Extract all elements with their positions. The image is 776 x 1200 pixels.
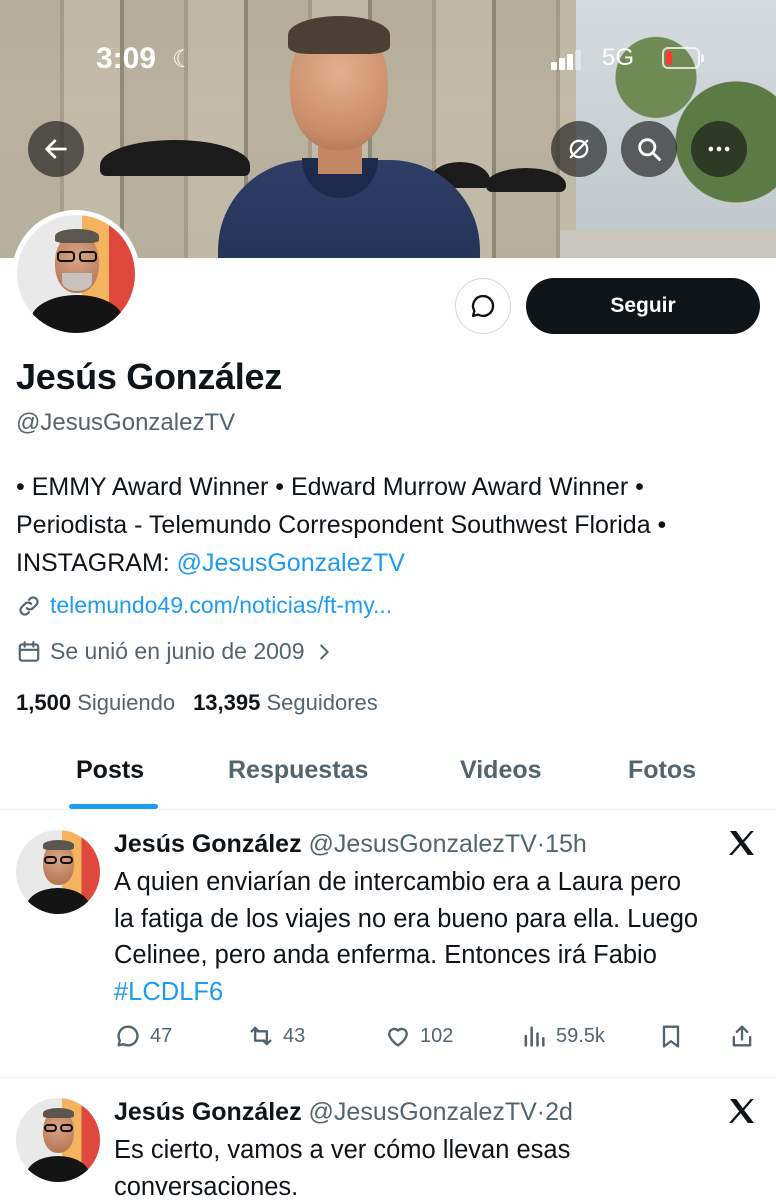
tweet-text-line: A quien enviarían de intercambio era a L… xyxy=(114,868,682,896)
tweet-time: 15h xyxy=(545,830,587,858)
tweet-text-line: Es cierto, vamos a ver cómo llevan esas xyxy=(114,1136,571,1164)
banner-trees xyxy=(576,0,776,258)
tab-videos[interactable]: Videos xyxy=(460,756,542,785)
bio-line: INSTAGRAM: @JesusGonzalezTV xyxy=(16,544,766,582)
following-count: 1,500 xyxy=(16,690,72,715)
heart-icon xyxy=(388,1027,408,1047)
profile-name: Jesús González xyxy=(16,356,282,397)
tweet-text: A quien enviarían de intercambio era a L… xyxy=(114,864,754,1010)
profile-avatar[interactable] xyxy=(12,210,140,338)
separator-dot: · xyxy=(536,830,546,858)
reply-icon xyxy=(117,1025,139,1047)
repost-count: 43 xyxy=(283,1024,306,1047)
tweet[interactable]: Jesús González @JesusGonzalezTV·15h A qu… xyxy=(0,810,776,1077)
repost-icon xyxy=(250,1026,272,1046)
tweet-text-line: la fatiga de los viajes no era bueno par… xyxy=(114,904,699,933)
followers-count: 13,395 xyxy=(193,690,261,715)
tweet-handle: @JesusGonzalezTV xyxy=(308,830,537,858)
following-link[interactable]: 1,500 Siguiendo xyxy=(16,690,175,716)
chevron-right-icon xyxy=(319,644,329,659)
views-button[interactable]: 59.5k xyxy=(520,1022,605,1050)
arrow-left-icon xyxy=(45,139,67,159)
profile-handle: @JesusGonzalezTV xyxy=(16,409,236,436)
calendar-icon xyxy=(18,640,40,662)
tweet-text: Es cierto, vamos a ver cómo llevan esas … xyxy=(114,1132,754,1200)
more-icon xyxy=(708,146,730,152)
reply-count: 47 xyxy=(150,1024,173,1047)
grok-icon xyxy=(569,139,589,159)
tweet-header: Jesús González @JesusGonzalezTV·15h xyxy=(114,830,587,859)
joined-row[interactable]: Se unió en junio de 2009 xyxy=(16,638,335,665)
profile-tabs: Posts Respuestas Videos Fotos xyxy=(0,740,776,810)
like-button[interactable]: 102 xyxy=(384,1022,453,1050)
search-icon xyxy=(638,138,661,161)
followers-link[interactable]: 13,395 Seguidores xyxy=(193,690,378,716)
followers-label: Seguidores xyxy=(266,690,378,715)
tweet-text-line: Celinee, pero anda enferma. Entonces irá… xyxy=(114,941,657,969)
follow-counts: 1,500 Siguiendo 13,395 Seguidores xyxy=(16,690,378,716)
share-button[interactable] xyxy=(728,1022,756,1050)
following-label: Siguiendo xyxy=(77,690,176,715)
tweet-time: 2d xyxy=(545,1098,573,1126)
tweet-avatar[interactable] xyxy=(16,1098,100,1182)
tweet-author[interactable]: Jesús González xyxy=(114,830,302,858)
tweet-avatar[interactable] xyxy=(16,830,100,914)
banner-person xyxy=(218,10,480,258)
grok-button[interactable] xyxy=(551,121,607,177)
like-count: 102 xyxy=(420,1024,454,1047)
hashtag-link[interactable]: #LCDLF6 xyxy=(114,978,223,1006)
bio-line: • EMMY Award Winner • Edward Murrow Awar… xyxy=(16,473,644,501)
tab-respuestas[interactable]: Respuestas xyxy=(228,756,368,785)
separator-dot: · xyxy=(536,1098,546,1126)
active-tab-indicator xyxy=(69,804,158,809)
message-bubble-icon xyxy=(471,294,495,318)
tweet-author[interactable]: Jesús González xyxy=(114,1098,302,1126)
status-time: 3:09 xyxy=(96,42,157,75)
tab-fotos[interactable]: Fotos xyxy=(628,756,696,785)
tweet-actions: 47 43 102 59.5k xyxy=(114,1022,760,1056)
website-row: telemundo49.com/noticias/ft-my... xyxy=(16,592,392,619)
network-label: 5G xyxy=(602,44,635,71)
tab-posts[interactable]: Posts xyxy=(76,756,144,785)
tweet-handle: @JesusGonzalezTV xyxy=(308,1098,537,1126)
tweet-text-line: conversaciones. xyxy=(114,1172,299,1200)
bio-prefix: INSTAGRAM: xyxy=(16,549,177,577)
x-logo-icon xyxy=(729,831,754,855)
bookmark-button[interactable] xyxy=(657,1022,685,1050)
tweet-header: Jesús González @JesusGonzalezTV·2d xyxy=(114,1098,573,1127)
website-link[interactable]: telemundo49.com/noticias/ft-my... xyxy=(50,592,392,619)
views-chart-icon xyxy=(524,1026,545,1047)
repost-button[interactable]: 43 xyxy=(247,1022,305,1050)
battery-icon xyxy=(662,47,704,69)
more-button[interactable] xyxy=(691,121,747,177)
profile-bio: • EMMY Award Winner • Edward Murrow Awar… xyxy=(16,468,766,582)
bookmark-icon xyxy=(662,1025,680,1048)
x-logo-icon xyxy=(729,1099,754,1123)
search-button[interactable] xyxy=(621,121,677,177)
reply-button[interactable]: 47 xyxy=(114,1022,172,1050)
views-count: 59.5k xyxy=(556,1024,605,1047)
follow-button[interactable]: Seguir xyxy=(526,278,760,334)
bio-line: Periodista - Telemundo Correspondent Sou… xyxy=(16,511,667,539)
message-button[interactable] xyxy=(455,278,511,334)
tweet[interactable]: Jesús González @JesusGonzalezTV·2d Es ci… xyxy=(0,1078,776,1200)
moon-icon: ☾ xyxy=(172,46,194,73)
signal-icon xyxy=(551,50,581,70)
link-icon xyxy=(19,595,39,616)
share-icon xyxy=(732,1025,752,1047)
joined-date: Se unió en junio de 2009 xyxy=(50,638,305,664)
instagram-link[interactable]: @JesusGonzalezTV xyxy=(177,549,405,577)
banner-street xyxy=(560,230,776,258)
back-button[interactable] xyxy=(28,121,84,177)
